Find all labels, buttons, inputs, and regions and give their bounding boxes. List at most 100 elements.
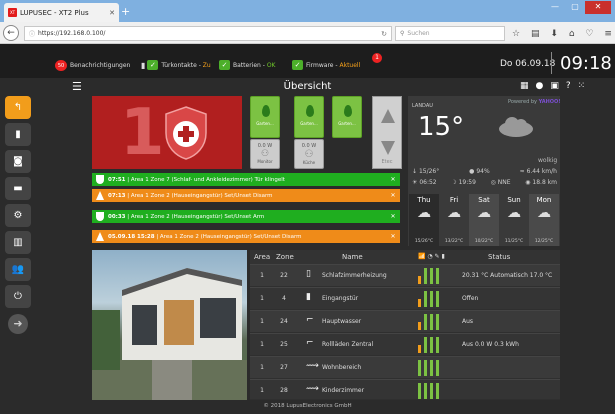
table-header: Area Zone Name 📶 ◔ ✎ ▮ Status [250,250,560,264]
door-contacts-status[interactable]: ▮ ✓ Türkontakte - Zu [141,60,211,70]
event-row[interactable]: 07:13 | Area 1 Zone 2 (Hauseingangstür) … [92,189,400,202]
sidebar-item-sensors[interactable]: ▮ [5,123,31,146]
eye-icon: ◉ [525,179,531,186]
provider-logo: YAHOO! [538,99,561,105]
sidebar-item-stats[interactable]: ▥ [5,231,31,254]
map-icon[interactable]: ▦ [520,81,529,91]
battery-status[interactable]: ✓ Batterien - OK [219,60,275,70]
firmware-status[interactable]: ✓ Firmware - Aktuell [292,60,360,70]
battery-state: OK [266,61,276,69]
col-zone: Zone [276,253,294,261]
col-status: Status [488,253,511,261]
camera-icon[interactable]: ▣ [550,81,559,91]
table-row[interactable]: 1 27 ⟿ Wohnbereich [250,356,560,378]
sidebar-item-back[interactable]: ↰ [5,96,31,119]
menu-icon[interactable]: ≡ [604,29,612,39]
help-icon[interactable]: ? [566,81,571,91]
event-time: 07:13 [108,192,126,199]
row-area: 1 [260,295,264,302]
garden-switch-3[interactable]: Garten... [332,96,362,138]
row-status: Aus 0.0 W 0.3 kWh [462,341,519,348]
table-row[interactable]: 1 22 ▯ Schlafzimmerheizung 20.31 °C Auto… [250,264,560,286]
dismiss-event-icon[interactable]: ✕ [386,173,400,186]
row-zone: 22 [280,272,288,279]
sidebar-item-settings[interactable]: ⚙ [5,204,31,227]
new-tab-icon[interactable]: + [121,5,130,18]
monitor-plug-tile[interactable]: 0.0 W ⚇ Monitor [250,139,280,169]
reload-icon[interactable]: ↻ [381,30,387,38]
row-area: 1 [260,318,264,325]
weather-provider: Powered by YAHOO! [508,99,561,105]
blinds-up-icon[interactable] [381,109,395,123]
bookmark-star-icon[interactable]: ☆ [512,29,520,39]
sunset: ☽ 19:59 [451,179,476,186]
compass-icon: ◎ [490,179,496,186]
forecast-day-label: Thu [417,196,431,204]
firmware-icon: ✓ [292,60,303,70]
garden-switch-1[interactable]: Garten... [250,96,280,138]
home-icon[interactable]: ⌂ [569,29,575,39]
dismiss-event-icon[interactable]: ✕ [386,230,400,243]
maximize-icon[interactable]: ▢ [565,1,585,14]
kitchen-plug-tile[interactable]: 0.0 W ⚇ Küche [294,139,324,169]
weather-city: LANDAU [412,103,433,109]
pocket-icon[interactable]: ♡ [585,29,593,39]
forecast-temp: 12/25°C [534,239,554,244]
event-row[interactable]: 00:33 | Area 1 Zone 2 (Hauseingangstür) … [92,210,400,223]
garden-switch-2[interactable]: Garten... [294,96,324,138]
table-row[interactable]: 1 28 ⟿ Kinderzimmer [250,379,560,399]
event-row[interactable]: 05.09.18 15:28 | Area 1 Zone 2 (Hauseing… [92,230,400,243]
forecast-temp: 13/22°C [444,239,464,244]
humidity: ● 94% [469,168,490,175]
browser-tab[interactable]: XT LUPUSEC - XT2 Plus ✕ [4,3,119,22]
notifications[interactable]: 50 Benachrichtigungen [55,60,130,71]
back-arrow-icon: ↰ [13,102,23,113]
sidebar-item-power[interactable]: ⏻ [5,285,31,308]
chat-icon[interactable]: ● [536,81,544,91]
signal-bars [418,314,442,330]
table-row[interactable]: 1 24 ⌐ Hauptwasser Aus [250,310,560,332]
sidebar-item-users[interactable]: 👥 [5,258,31,281]
sunset-icon: ☽ [451,179,457,186]
shield-icon [96,212,104,221]
event-row[interactable]: 07:51 | Area 1 Zone 7 (Schlaf- und Ankle… [92,173,400,186]
event-text: | Area 1 Zone 2 (Hauseingangstür) Set/Un… [156,233,302,240]
table-row[interactable]: 1 4 ▮ Eingangstür Offen [250,287,560,309]
drop-icon [262,105,270,117]
blinds-down-icon[interactable] [381,141,395,155]
browser-tools: ☆ ▤ ⬇ ⌂ ♡ ≡ [512,26,612,41]
visibility: ◉ 18.8 km [525,179,557,186]
alarm-area-panel[interactable]: 1 [92,96,242,170]
event-text: | Area 1 Zone 2 (Hauseingangstür) Set/Un… [127,192,273,199]
event-text: | Area 1 Zone 7 (Schlaf- und Ankleidezim… [127,176,285,183]
next-arrow-icon[interactable]: ➜ [8,314,28,334]
close-tab-icon[interactable]: ✕ [109,9,115,17]
weather-description: wolkig [538,157,558,164]
url-bar[interactable]: ⓘ https://192.168.0.100/ ↻ [24,26,392,41]
close-window-icon[interactable]: ✕ [585,0,611,14]
event-text: | Area 1 Zone 2 (Hauseingangstür) Set/Un… [127,213,265,220]
back-icon[interactable]: ← [3,25,19,41]
row-status: 20.31 °C Automatisch 17.0 °C [462,272,553,279]
sidebar-item-camera[interactable]: ◙ [5,150,31,173]
tab-title: LUPUSEC - XT2 Plus [20,8,89,17]
time-display: 09:18 [560,53,612,74]
reading-list-icon[interactable]: ▤ [531,29,540,39]
search-input[interactable]: ⚲ Suchen [395,26,505,41]
event-time: 00:33 [108,213,126,220]
warning-icon [96,191,104,200]
dismiss-event-icon[interactable]: ✕ [386,210,400,223]
download-icon[interactable]: ⬇ [550,29,558,39]
firmware-label: Firmware - [306,61,338,69]
blinds-control[interactable]: Etec [372,96,402,169]
dismiss-event-icon[interactable]: ✕ [386,189,400,202]
grid-icon[interactable]: ⁙ [578,81,586,91]
table-row[interactable]: 1 25 ⌐ Rollläden Zentral Aus 0.0 W 0.3 k… [250,333,560,355]
forecast-day-label: Sat [478,196,490,204]
row-name: Eingangstür [322,295,359,302]
minimize-icon[interactable]: — [545,1,565,14]
sidebar-item-keypad[interactable]: ▬ [5,177,31,200]
signal-bars [418,360,442,376]
search-icon: ⚲ [400,30,405,37]
door-label: Türkontakte - [161,61,201,69]
